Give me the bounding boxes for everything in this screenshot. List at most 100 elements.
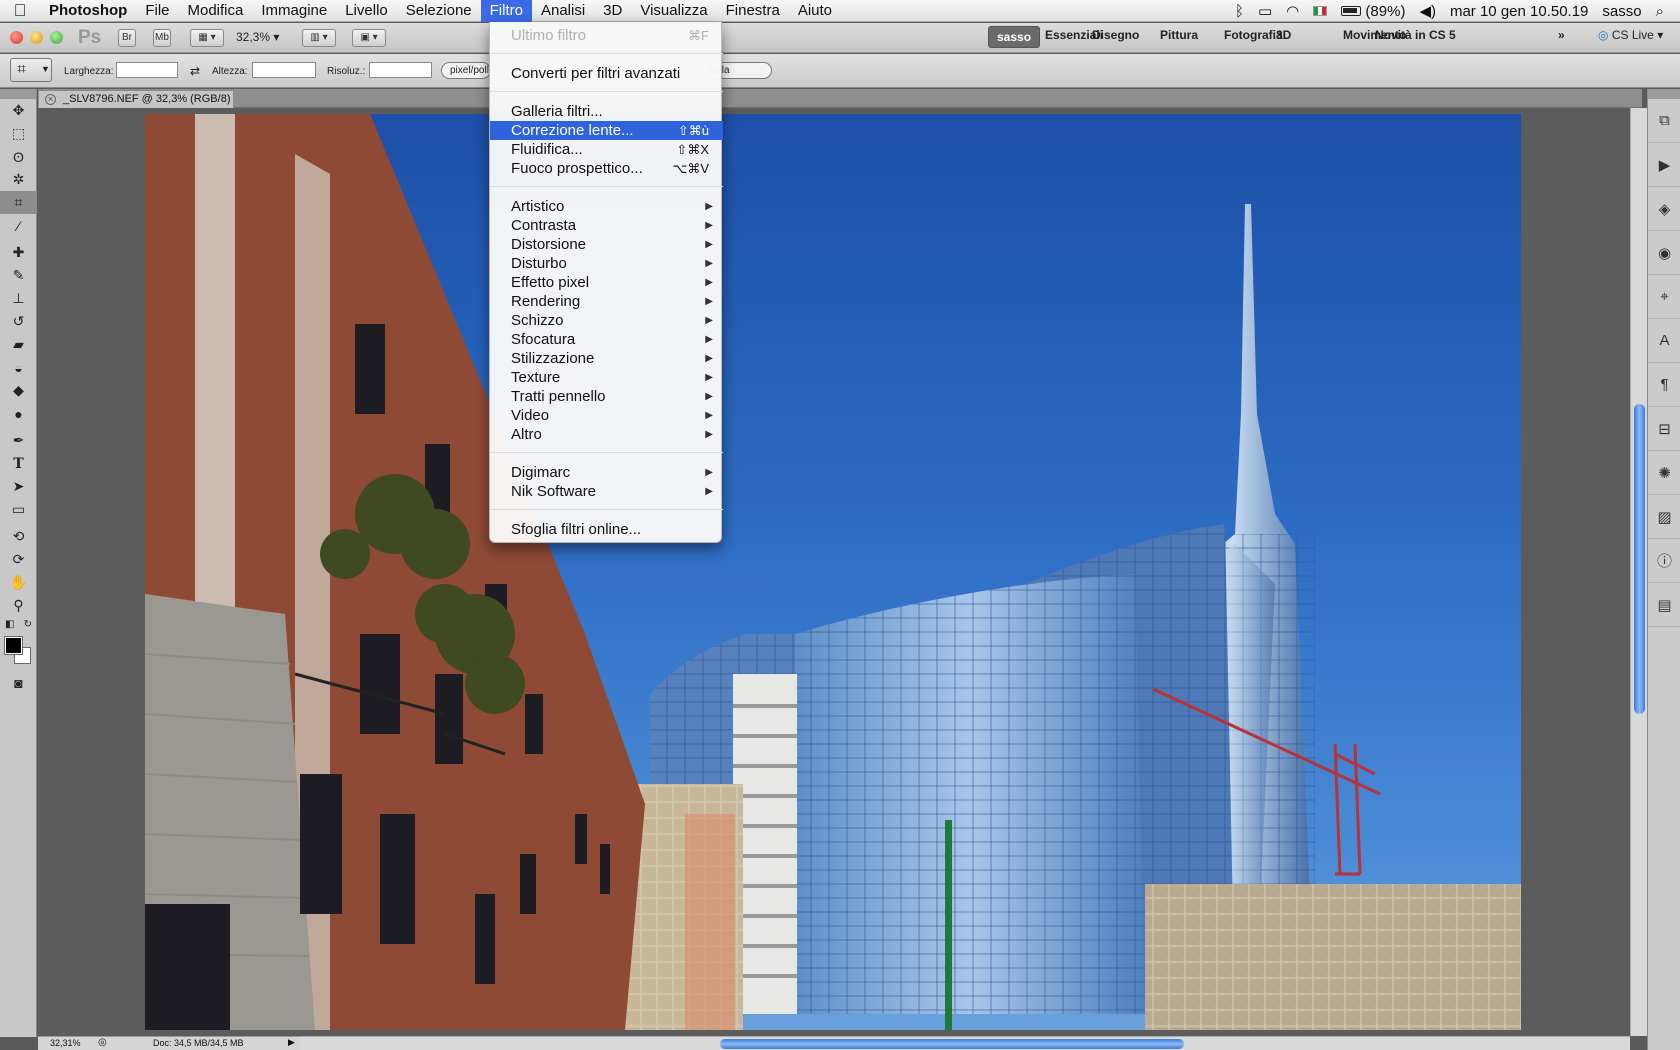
healing-brush-tool-icon[interactable]: ✚: [0, 241, 37, 264]
path-selection-tool-icon[interactable]: ➤: [0, 475, 37, 498]
volume-icon[interactable]: ◀): [1419, 2, 1436, 20]
document-image[interactable]: [145, 114, 1521, 1030]
cs-live-button[interactable]: ◎ CS Live ▾: [1598, 28, 1663, 42]
marquee-tool-icon[interactable]: ⬚: [0, 122, 37, 145]
view-extras-button[interactable]: ▦ ▾: [190, 29, 224, 47]
layers-panel-icon[interactable]: ◈: [1648, 187, 1680, 231]
swap-dimensions-icon[interactable]: ⇄: [190, 64, 200, 78]
minimize-window-button[interactable]: [30, 31, 43, 44]
mini-bridge-panel-icon[interactable]: ▤: [1648, 583, 1680, 627]
menu-visualizza[interactable]: Visualizza: [631, 0, 716, 22]
mini-bridge-button[interactable]: Mb: [153, 29, 171, 47]
menu-filtro[interactable]: Filtro: [480, 0, 532, 22]
clone-stamp-tool-icon[interactable]: ⊥: [0, 287, 37, 310]
display-icon[interactable]: ▭: [1258, 2, 1272, 20]
horizontal-scrollbar[interactable]: [300, 1036, 1630, 1050]
eyedropper-tool-icon[interactable]: ⁄: [0, 214, 37, 237]
dock-grip[interactable]: [1648, 89, 1680, 99]
filter-menu-item-converti-per-filtri-avanzati[interactable]: Converti per filtri avanzati: [490, 64, 723, 83]
user-name[interactable]: sasso: [1602, 3, 1641, 20]
arrange-documents-button[interactable]: ▥ ▾: [302, 29, 336, 47]
workspace-pittura[interactable]: Pittura: [1160, 28, 1198, 42]
document-tab[interactable]: × _SLV8796.NEF @ 32,3% (RGB/8): [38, 90, 234, 108]
menu-immagine[interactable]: Immagine: [252, 0, 336, 22]
filter-menu-item-rendering[interactable]: Rendering ▶: [490, 292, 723, 311]
menu-file[interactable]: File: [136, 0, 178, 22]
filter-menu-item-disturbo[interactable]: Disturbo ▶: [490, 254, 723, 273]
filter-menu-item-fluidifica[interactable]: Fluidifica... ⇧⌘X: [490, 140, 723, 159]
move-tool-icon[interactable]: ✥: [0, 99, 37, 122]
filter-menu-item-tratti-pennello[interactable]: Tratti pennello ▶: [490, 387, 723, 406]
workspaces-overflow-button[interactable]: »: [1558, 28, 1565, 42]
close-window-button[interactable]: [10, 31, 23, 44]
filter-menu-item-correzione-lente[interactable]: Correzione lente... ⇧⌘ù: [490, 121, 723, 140]
screen-mode-button[interactable]: ▣ ▾: [352, 29, 386, 47]
menu-finestra[interactable]: Finestra: [717, 0, 789, 22]
battery-status[interactable]: (89%): [1341, 3, 1405, 20]
horizontal-scroll-thumb[interactable]: [720, 1039, 1184, 1049]
clock[interactable]: mar 10 gen 10.50.19: [1450, 3, 1588, 20]
filter-menu-item-galleria-filtri[interactable]: Galleria filtri...: [490, 102, 723, 121]
dodge-tool-icon[interactable]: ●: [0, 402, 37, 425]
filter-menu-item-schizzo[interactable]: Schizzo ▶: [490, 311, 723, 330]
filter-menu-item-artistico[interactable]: Artistico ▶: [490, 197, 723, 216]
spotlight-search-icon[interactable]: ⌕: [1656, 3, 1664, 20]
foreground-color-swatch[interactable]: [4, 636, 23, 655]
history-panel-icon[interactable]: ⧉: [1648, 99, 1680, 143]
menu-livello[interactable]: Livello: [336, 0, 397, 22]
status-menu-arrow-icon[interactable]: ▶: [288, 1037, 295, 1048]
resolution-input[interactable]: [369, 62, 432, 78]
clone-source-panel-icon[interactable]: ⊟: [1648, 407, 1680, 451]
input-source-flag-icon[interactable]: [1313, 6, 1328, 16]
crop-tool-icon[interactable]: ⌗: [0, 191, 37, 214]
filter-menu-item-fuoco-prospettico[interactable]: Fuoco prospettico... ⌥⌘V: [490, 159, 723, 178]
brush-tool-icon[interactable]: ✎: [0, 264, 37, 287]
width-input[interactable]: [116, 62, 178, 78]
workspace-sasso[interactable]: sasso: [988, 26, 1041, 48]
height-input[interactable]: [252, 62, 316, 78]
filter-menu-item-sfocatura[interactable]: Sfocatura ▶: [490, 330, 723, 349]
zoom-level[interactable]: 32,3% ▾: [236, 30, 279, 44]
filter-menu-item-texture[interactable]: Texture ▶: [490, 368, 723, 387]
status-info-icon[interactable]: ◎: [98, 1037, 107, 1048]
eraser-tool-icon[interactable]: ▰: [0, 333, 37, 356]
navigator-panel-icon[interactable]: ▨: [1648, 495, 1680, 539]
blur-tool-icon[interactable]: ◆: [0, 379, 37, 402]
tool-preset-picker[interactable]: ⌗ ▼: [10, 58, 52, 82]
resolution-unit-select[interactable]: pixel/poll: [441, 62, 491, 79]
menu-modifica[interactable]: Modifica: [179, 0, 253, 22]
vertical-scroll-thumb[interactable]: [1634, 404, 1645, 714]
paint-bucket-tool-icon[interactable]: ◒: [0, 356, 37, 379]
quick-selection-tool-icon[interactable]: ✲: [0, 168, 37, 191]
workspace-fotografia[interactable]: Fotografia: [1224, 28, 1283, 42]
bridge-button[interactable]: Br: [118, 29, 136, 47]
type-tool-icon[interactable]: T: [0, 452, 37, 475]
lasso-tool-icon[interactable]: ʘ: [0, 145, 37, 168]
filter-menu-item-stilizzazione[interactable]: Stilizzazione ▶: [490, 349, 723, 368]
filter-menu-item-digimarc[interactable]: Digimarc ▶: [490, 463, 723, 482]
3d-rotate-tool-icon[interactable]: ⟲: [0, 525, 37, 548]
actions-panel-icon[interactable]: ▶: [1648, 143, 1680, 187]
default-colors-icon[interactable]: ◧: [5, 619, 14, 630]
bluetooth-icon[interactable]: ᛒ: [1235, 3, 1244, 20]
filter-menu-item-video[interactable]: Video ▶: [490, 406, 723, 425]
menu-3d[interactable]: 3D: [594, 0, 631, 22]
status-zoom[interactable]: 32,31%: [50, 1038, 81, 1048]
zoom-window-button[interactable]: [50, 31, 63, 44]
filter-menu-item-distorsione[interactable]: Distorsione ▶: [490, 235, 723, 254]
quick-mask-icon[interactable]: ◙: [0, 671, 37, 694]
history-brush-tool-icon[interactable]: ↺: [0, 310, 37, 333]
menu-photoshop[interactable]: Photoshop: [40, 0, 136, 22]
character-panel-icon[interactable]: A: [1648, 319, 1680, 363]
color-swap-controls[interactable]: ◧ ↻: [0, 617, 37, 631]
close-document-icon[interactable]: ×: [45, 94, 56, 105]
paths-panel-icon[interactable]: ⌖: [1648, 275, 1680, 319]
vertical-scrollbar[interactable]: [1630, 108, 1647, 1036]
workspace-novit-in-cs-5[interactable]: Novità in CS 5: [1375, 28, 1456, 42]
paragraph-panel-icon[interactable]: ¶: [1648, 363, 1680, 407]
zoom-tool-icon[interactable]: ⚲: [0, 594, 37, 617]
menu-aiuto[interactable]: Aiuto: [789, 0, 841, 22]
apple-logo-icon[interactable]: : [0, 1, 40, 21]
menu-selezione[interactable]: Selezione: [397, 0, 481, 22]
info-panel-icon[interactable]: ⓘ: [1648, 539, 1680, 583]
